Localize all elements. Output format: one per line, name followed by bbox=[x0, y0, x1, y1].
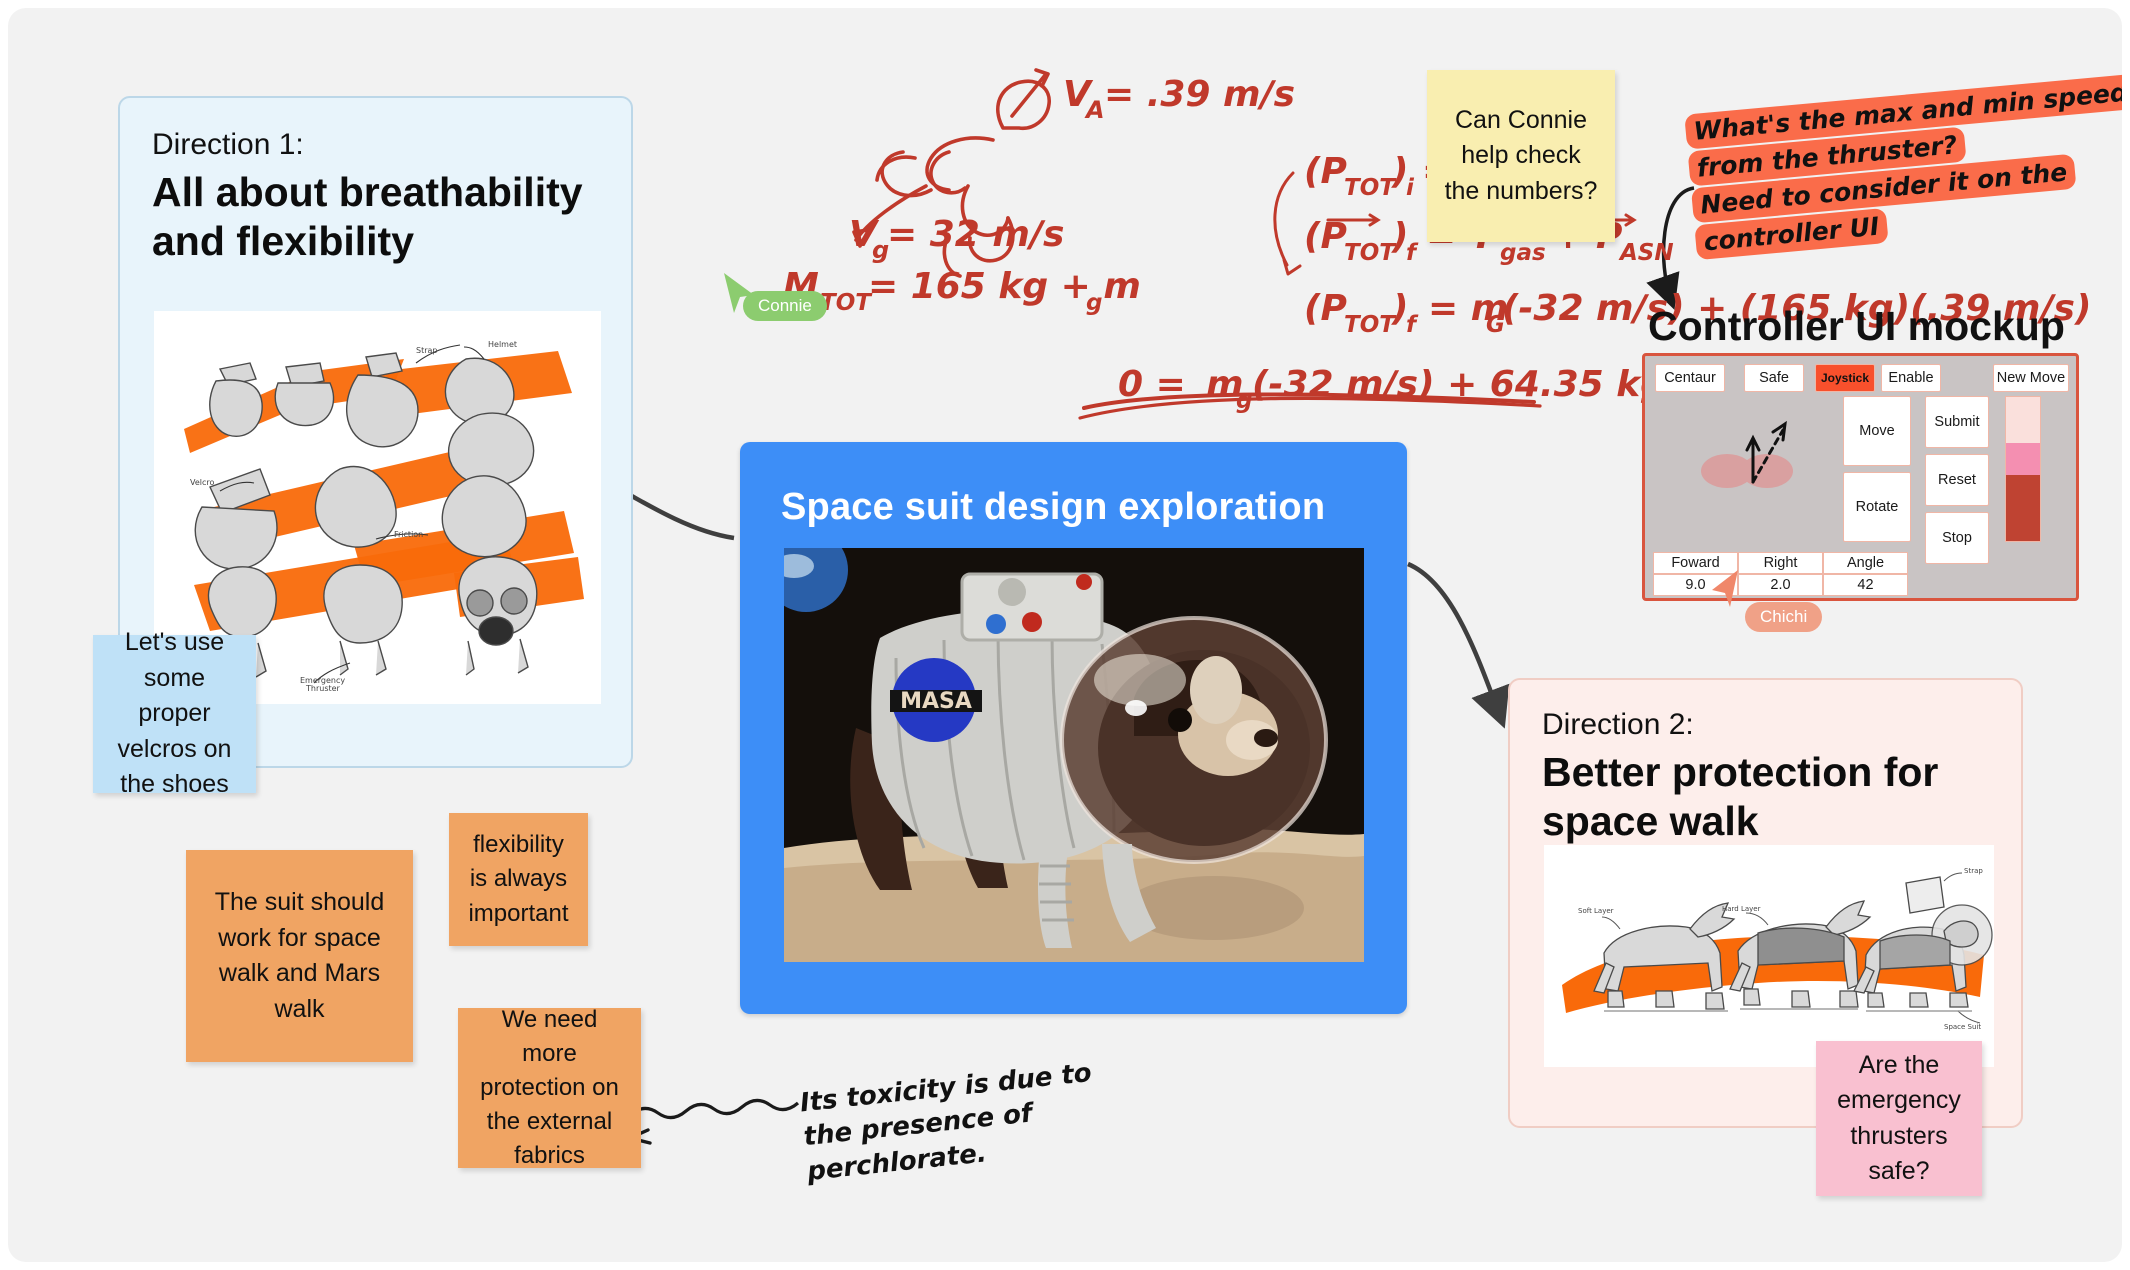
svg-text:Strap: Strap bbox=[1964, 867, 1983, 875]
svg-text:= 165 kg + m: = 165 kg + m bbox=[868, 266, 1141, 307]
svg-text:m: m bbox=[1206, 364, 1244, 405]
space-suit-exploration-card[interactable]: Space suit design exploration MASA bbox=[740, 442, 1407, 1014]
svg-text:V: V bbox=[849, 214, 880, 255]
controller-button-new-move[interactable]: New Move bbox=[1993, 364, 2069, 392]
svg-text:= 32 m/s: = 32 m/s bbox=[887, 214, 1064, 255]
space-dog-photo: MASA bbox=[784, 548, 1364, 962]
controller-ui-mockup[interactable]: Centaur Safe Joystick Enable New Move Mo… bbox=[1642, 353, 2079, 601]
svg-text:f: f bbox=[1406, 240, 1419, 266]
svg-text:Hard Layer: Hard Layer bbox=[1722, 905, 1761, 913]
svg-text:Thruster: Thruster bbox=[305, 684, 341, 693]
highlighted-handwritten-note: What's the max and min speed from the th… bbox=[1684, 73, 2122, 262]
sticky-note-check-numbers[interactable]: Can Connie help check the numbers? bbox=[1427, 70, 1615, 242]
svg-text:g: g bbox=[1086, 290, 1102, 316]
svg-text:(P: (P bbox=[1304, 216, 1347, 257]
direction-2-title: Better protection for space walk bbox=[1542, 748, 1939, 844]
svg-text:V: V bbox=[1063, 74, 1094, 115]
svg-text:0 =: 0 = bbox=[1118, 364, 1186, 405]
whiteboard-canvas[interactable]: V A = .39 m/s V g = 32 m/s M TOT = 165 k… bbox=[8, 8, 2122, 1262]
svg-text:g: g bbox=[872, 236, 889, 264]
svg-text:Strap: Strap bbox=[416, 346, 437, 355]
svg-text:gas: gas bbox=[1500, 240, 1546, 266]
handwritten-toxicity-note: Its toxicity is due to the presence of p… bbox=[798, 1056, 1100, 1189]
direction-2-sketch-image: Soft Layer Hard Layer Strap Space Suit bbox=[1544, 845, 1994, 1067]
svg-text:Friction: Friction bbox=[394, 530, 423, 539]
controller-button-submit[interactable]: Submit bbox=[1925, 396, 1989, 448]
sticky-note-velcros[interactable]: Let's use some proper velcros on the sho… bbox=[93, 628, 256, 798]
svg-text:(P: (P bbox=[1304, 288, 1347, 329]
svg-text:ASN: ASN bbox=[1618, 240, 1674, 266]
controller-button-joystick[interactable]: Joystick bbox=[1815, 364, 1875, 392]
svg-text:(P: (P bbox=[1304, 151, 1347, 192]
sticky-note-emergency-thrusters[interactable]: Are the emergency thrusters safe? bbox=[1816, 1041, 1982, 1196]
svg-text:= .39 m/s: = .39 m/s bbox=[1104, 74, 1295, 115]
readout-value-row[interactable]: 9.0 2.0 42 bbox=[1653, 574, 1908, 596]
sticky-note-external-fabrics[interactable]: We need more protection on the external … bbox=[458, 1006, 641, 1169]
svg-text:Soft Layer: Soft Layer bbox=[1578, 907, 1614, 915]
svg-text:Helmet: Helmet bbox=[488, 340, 517, 349]
thruster-slider[interactable] bbox=[2005, 396, 2041, 542]
svg-text:TOT: TOT bbox=[1344, 175, 1397, 201]
controller-button-safe[interactable]: Safe bbox=[1744, 364, 1804, 392]
cursor-label-chichi: Chichi bbox=[1745, 602, 1823, 632]
svg-text:f: f bbox=[1406, 312, 1419, 338]
svg-text:TOT: TOT bbox=[1344, 240, 1397, 266]
masa-badge-text: MASA bbox=[900, 689, 972, 714]
svg-text:i: i bbox=[1406, 175, 1415, 201]
controller-button-move[interactable]: Move bbox=[1843, 396, 1911, 466]
svg-text:): ) bbox=[1391, 216, 1408, 257]
cursor-chichi-arrow bbox=[1708, 568, 1744, 615]
svg-text:TOT: TOT bbox=[1344, 312, 1397, 338]
suit-card-title: Space suit design exploration bbox=[781, 486, 1326, 528]
sticky-note-flexibility[interactable]: flexibility is always important bbox=[449, 813, 588, 946]
sticky-note-suit-should-work[interactable]: The suit should work for space walk and … bbox=[186, 850, 413, 1062]
svg-text:): ) bbox=[1391, 151, 1408, 192]
readout-value-angle[interactable]: 42 bbox=[1823, 574, 1908, 596]
controller-button-reset[interactable]: Reset bbox=[1925, 454, 1989, 506]
svg-text:Velcro: Velcro bbox=[190, 478, 215, 487]
slider-segment-bottom bbox=[2006, 474, 2040, 541]
slider-segment-top bbox=[2006, 397, 2040, 444]
direction-1-title: All about breathability and flexibility bbox=[152, 168, 583, 264]
svg-text:= m: = m bbox=[1428, 288, 1508, 329]
readout-label-angle: Angle bbox=[1823, 552, 1908, 574]
readout-label-row: Foward Right Angle bbox=[1653, 552, 1908, 574]
controller-button-rotate[interactable]: Rotate bbox=[1843, 472, 1911, 542]
controller-button-stop[interactable]: Stop bbox=[1925, 512, 1989, 564]
direction-2-kicker: Direction 2: bbox=[1542, 708, 1694, 741]
controller-button-enable[interactable]: Enable bbox=[1881, 364, 1941, 392]
svg-text:): ) bbox=[1391, 288, 1408, 329]
svg-text:g: g bbox=[1236, 388, 1252, 414]
readout-label-right: Right bbox=[1738, 552, 1823, 574]
controller-ui-heading: Controller UI mockup bbox=[1648, 303, 2065, 349]
direction-1-kicker: Direction 1: bbox=[152, 128, 304, 161]
svg-text:Space Suit: Space Suit bbox=[1944, 1023, 1981, 1031]
slider-segment-mid bbox=[2006, 443, 2040, 475]
svg-text:TOT: TOT bbox=[820, 290, 873, 316]
controller-button-centaur[interactable]: Centaur bbox=[1655, 364, 1725, 392]
svg-text:G: G bbox=[1486, 312, 1505, 338]
cursor-label-connie: Connie bbox=[743, 291, 827, 321]
svg-text:A: A bbox=[1084, 96, 1105, 124]
readout-value-right[interactable]: 2.0 bbox=[1738, 574, 1823, 596]
